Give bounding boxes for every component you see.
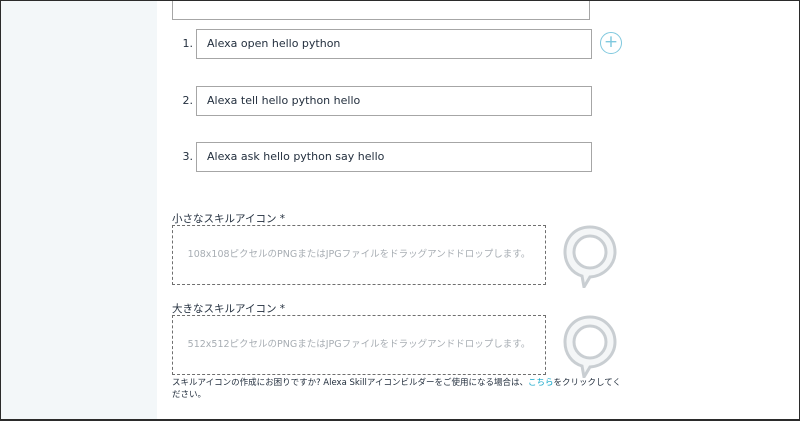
utterance-row: 2. Alexa tell hello python hello — [157, 86, 800, 116]
alexa-speech-bubble-icon — [563, 225, 617, 288]
previous-utterance-input[interactable] — [172, 0, 590, 20]
utterance-number: 2. — [182, 94, 194, 107]
icon-help-note: スキルアイコンの作成にお困りですか? Alexa Skillアイコンビルダーをご… — [172, 377, 627, 401]
icon-builder-link[interactable]: こちら — [528, 378, 554, 388]
main-panel: 1. Alexa open hello python + 2. Alexa te… — [157, 0, 800, 421]
add-utterance-button[interactable]: + — [600, 32, 622, 54]
help-text-before: スキルアイコンの作成にお困りですか? Alexa Skillアイコンビルダーをご… — [172, 378, 528, 388]
small-icon-dropzone[interactable]: 108x108ピクセルのPNGまたはJPGファイルをドラッグアンドドロップします… — [172, 225, 546, 285]
utterance-input[interactable]: Alexa ask hello python say hello — [196, 142, 592, 172]
utterance-input[interactable]: Alexa tell hello python hello — [196, 86, 592, 116]
large-icon-label: 大きなスキルアイコン * — [172, 303, 286, 315]
alexa-speech-bubble-icon — [563, 315, 617, 378]
utterance-row: 3. Alexa ask hello python say hello — [157, 142, 800, 172]
small-icon-label: 小さなスキルアイコン * — [172, 213, 286, 225]
utterance-number: 1. — [182, 37, 194, 50]
large-icon-dropzone[interactable]: 512x512ピクセルのPNGまたはJPGファイルをドラッグアンドドロップします… — [172, 315, 546, 375]
utterance-number: 3. — [182, 150, 194, 163]
utterance-row: 1. Alexa open hello python + — [157, 29, 800, 59]
utterance-input[interactable]: Alexa open hello python — [196, 29, 592, 59]
